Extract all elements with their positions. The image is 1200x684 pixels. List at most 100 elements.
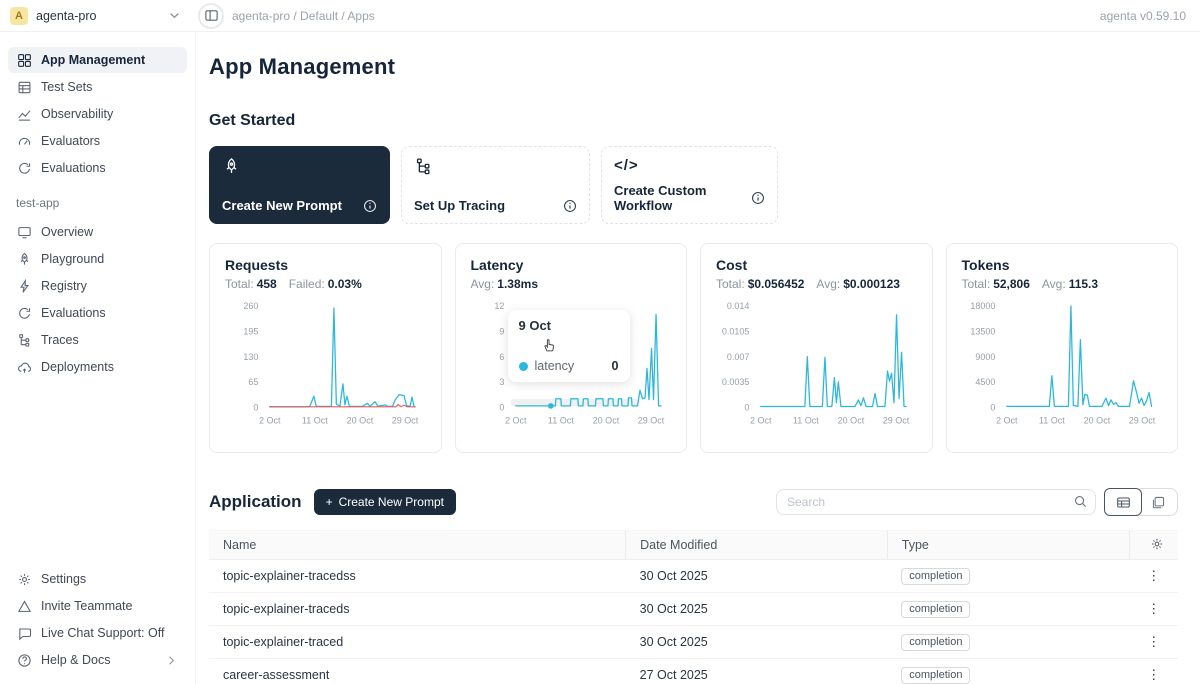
breadcrumb[interactable]: agenta-pro / Default / Apps [232, 9, 375, 23]
rocket-icon [222, 157, 377, 176]
gauge-icon [16, 133, 32, 149]
svg-text:260: 260 [243, 301, 258, 311]
get-started-cards: Create New Prompt Set Up Tracing [209, 146, 1178, 224]
sidebar-item-playground[interactable]: Playground [8, 246, 187, 272]
app-name-cell[interactable]: topic-explainer-traced [209, 626, 626, 659]
stat-title: Latency [471, 257, 672, 273]
svg-text:29 Oct: 29 Oct [1128, 415, 1155, 425]
info-icon[interactable] [563, 199, 577, 213]
chart-tooltip: 9 Oct latency 0 [508, 310, 630, 382]
info-icon[interactable] [751, 191, 765, 205]
sidebar-item-deployments[interactable]: Deployments [8, 354, 187, 380]
cost-card: Cost Total:$0.056452Avg:$0.000123 0.0140… [700, 243, 933, 453]
svg-text:20 Oct: 20 Oct [1083, 415, 1110, 425]
row-menu-kebab-icon[interactable]: ⋮ [1130, 593, 1178, 626]
sidebar-item-evaluations[interactable]: Evaluations [8, 300, 187, 326]
table-row[interactable]: topic-explainer-traced30 Oct 2025complet… [209, 626, 1178, 659]
sidebar-item-label: Traces [41, 333, 79, 347]
column-header-date[interactable]: Date Modified [626, 531, 888, 560]
trend-icon [16, 106, 32, 122]
application-heading: Application [209, 492, 302, 512]
svg-text:18000: 18000 [970, 301, 995, 311]
search-icon [1073, 494, 1088, 509]
svg-text:0: 0 [253, 402, 258, 412]
svg-text:12: 12 [494, 301, 504, 311]
svg-text:11 Oct: 11 Oct [793, 415, 819, 425]
table-row[interactable]: topic-explainer-tracedss30 Oct 2025compl… [209, 560, 1178, 593]
create-custom-workflow-card[interactable]: </> Create Custom Workflow [601, 146, 778, 224]
table-icon [16, 79, 32, 95]
column-header-type[interactable]: Type [887, 531, 1129, 560]
sidebar-item-invite-teammate[interactable]: Invite Teammate [8, 593, 187, 619]
sidebar-item-label: Evaluations [41, 306, 106, 320]
gear-icon [16, 571, 32, 587]
sidebar-item-evaluations[interactable]: Evaluations [8, 155, 187, 181]
table-view-button[interactable] [1104, 488, 1142, 516]
stat-summary: Total:$0.056452Avg:$0.000123 [716, 277, 917, 291]
sidebar-item-evaluators[interactable]: Evaluators [8, 128, 187, 154]
chevron-right-icon [163, 652, 179, 668]
svg-text:2 Oct: 2 Oct [750, 415, 772, 425]
svg-text:195: 195 [243, 326, 258, 336]
svg-text:0.014: 0.014 [727, 301, 750, 311]
hand-cursor-icon [540, 336, 557, 353]
svg-text:9: 9 [499, 326, 504, 336]
sidebar-item-label: Playground [41, 252, 104, 266]
type-badge: completion [901, 634, 970, 651]
sidebar-item-help-docs[interactable]: Help & Docs [8, 647, 187, 673]
card-view-button[interactable] [1140, 488, 1178, 516]
svg-text:65: 65 [248, 377, 258, 387]
tokens-chart: 18000135009000450002 Oct11 Oct20 Oct29 O… [962, 297, 1163, 434]
svg-text:2 Oct: 2 Oct [504, 415, 526, 425]
sidebar-item-label: Registry [41, 279, 87, 293]
type-cell: completion [887, 560, 1129, 593]
date-modified-cell: 27 Oct 2025 [626, 659, 888, 684]
sidebar-item-label: Test Sets [41, 80, 92, 94]
stat-summary: Total:52,806Avg:115.3 [962, 277, 1163, 291]
date-modified-cell: 30 Oct 2025 [626, 560, 888, 593]
main-content: App Management Get Started Create New Pr… [196, 32, 1200, 684]
svg-text:2 Oct: 2 Oct [995, 415, 1017, 425]
app-name-cell[interactable]: topic-explainer-tracedss [209, 560, 626, 593]
sidebar-item-live-chat-support-off[interactable]: Live Chat Support: Off [8, 620, 187, 646]
svg-text:0.007: 0.007 [727, 352, 750, 362]
create-new-prompt-button[interactable]: + Create New Prompt [314, 489, 456, 515]
sidebar-app-section-label: test-app [8, 182, 187, 218]
table-settings-gear-icon[interactable] [1130, 531, 1178, 560]
svg-text:4500: 4500 [975, 377, 995, 387]
search-input[interactable] [776, 489, 1096, 515]
type-cell: completion [887, 593, 1129, 626]
tokens-card: Tokens Total:52,806Avg:115.3 18000135009… [946, 243, 1179, 453]
stat-title: Requests [225, 257, 426, 273]
top-bar: A agenta-pro agenta-pro / Default / Apps… [0, 0, 1200, 32]
app-name-cell[interactable]: topic-explainer-traceds [209, 593, 626, 626]
info-icon[interactable] [363, 199, 377, 213]
sidebar-toggle-button[interactable] [198, 3, 224, 29]
chat-icon [16, 625, 32, 641]
tooltip-date: 9 Oct [519, 318, 619, 333]
code-icon: </> [614, 157, 765, 174]
sidebar-item-traces[interactable]: Traces [8, 327, 187, 353]
svg-text:130: 130 [243, 352, 258, 362]
sidebar-item-label: Settings [41, 572, 86, 586]
set-up-tracing-card[interactable]: Set Up Tracing [401, 146, 590, 224]
sidebar-item-observability[interactable]: Observability [8, 101, 187, 127]
row-menu-kebab-icon[interactable]: ⋮ [1130, 626, 1178, 659]
table-row[interactable]: career-assessment27 Oct 2025completion⋮ [209, 659, 1178, 684]
row-menu-kebab-icon[interactable]: ⋮ [1130, 659, 1178, 684]
svg-text:11 Oct: 11 Oct [1038, 415, 1064, 425]
table-row[interactable]: topic-explainer-traceds30 Oct 2025comple… [209, 593, 1178, 626]
row-menu-kebab-icon[interactable]: ⋮ [1130, 560, 1178, 593]
sidebar-item-settings[interactable]: Settings [8, 566, 187, 592]
date-modified-cell: 30 Oct 2025 [626, 593, 888, 626]
sidebar-item-app-management[interactable]: App Management [8, 47, 187, 73]
app-name-cell[interactable]: career-assessment [209, 659, 626, 684]
create-new-prompt-card[interactable]: Create New Prompt [209, 146, 390, 224]
workspace-selector[interactable]: A agenta-pro [10, 7, 196, 25]
sidebar-item-overview[interactable]: Overview [8, 219, 187, 245]
column-header-name[interactable]: Name [209, 531, 626, 560]
monitor-icon [16, 224, 32, 240]
bolt-icon [16, 278, 32, 294]
sidebar-item-registry[interactable]: Registry [8, 273, 187, 299]
sidebar-item-test-sets[interactable]: Test Sets [8, 74, 187, 100]
